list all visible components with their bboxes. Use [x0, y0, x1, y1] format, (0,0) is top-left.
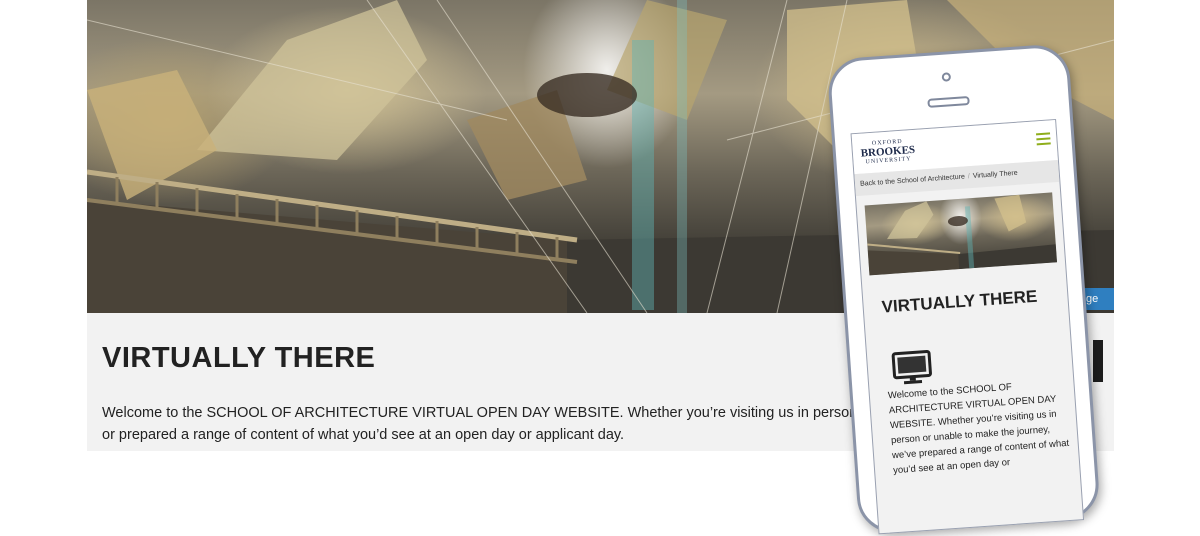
mobile-intro-text: Welcome to the SCHOOL OF ARCHITECTURE VI…: [887, 381, 1070, 477]
breadcrumb-separator: /: [967, 173, 971, 181]
hamburger-icon[interactable]: [1035, 132, 1051, 148]
mobile-architecture-illustration: [867, 194, 1058, 276]
side-tab[interactable]: [1093, 340, 1103, 382]
breadcrumb-current: Virtually There: [972, 169, 1018, 180]
monitor-icon: [891, 349, 933, 386]
breadcrumb-back-link[interactable]: Back to the School of Architecture: [860, 173, 965, 187]
intro-text: Welcome to the SCHOOL OF ARCHITECTURE VI…: [102, 405, 858, 443]
phone-screen: OXFORD BROOKES UNIVERSITY Back to the Sc…: [850, 118, 1085, 535]
page-title: VIRTUALLY THERE: [102, 342, 376, 374]
speaker-icon: [927, 95, 970, 108]
camera-icon: [941, 72, 952, 82]
oxford-brookes-logo[interactable]: OXFORD BROOKES UNIVERSITY: [857, 138, 919, 167]
mobile-page-title: VIRTUALLY THERE: [881, 286, 1038, 317]
phone-mockup: OXFORD BROOKES UNIVERSITY Back to the Sc…: [826, 42, 1101, 535]
mobile-hero-image: [864, 192, 1058, 276]
